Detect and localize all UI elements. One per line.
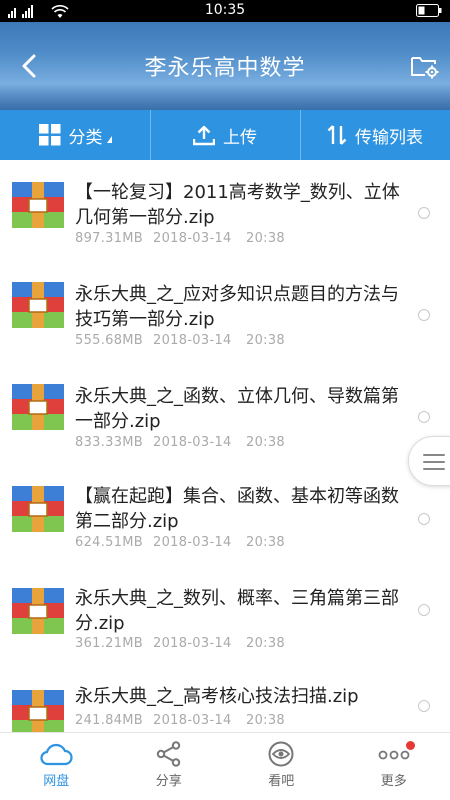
upload-label: 上传 bbox=[223, 127, 257, 148]
nav-share[interactable]: 分享 bbox=[113, 733, 226, 800]
file-item[interactable]: 永乐大典_之_应对多知识点题目的方法与技巧第一部分.zip 555.68MB 20… bbox=[0, 262, 450, 364]
grid-icon bbox=[38, 124, 60, 146]
transfer-label: 传输列表 bbox=[355, 127, 423, 148]
side-menu-handle[interactable] bbox=[408, 436, 450, 486]
action-toolbar: 分类 上传 传输列表 bbox=[0, 110, 450, 160]
file-date: 2018-03-14 bbox=[153, 231, 232, 246]
zip-archive-icon bbox=[12, 690, 64, 732]
file-time: 20:38 bbox=[246, 231, 285, 246]
zip-archive-icon bbox=[12, 486, 64, 532]
eye-icon bbox=[268, 741, 294, 767]
file-name: 永乐大典_之_函数、立体几何、导数篇第一部分.zip bbox=[75, 386, 399, 432]
select-radio[interactable] bbox=[418, 309, 430, 321]
file-meta: 361.21MB 2018-03-14 20:38 bbox=[75, 636, 285, 651]
file-date: 2018-03-14 bbox=[153, 713, 232, 728]
file-size: 361.21MB bbox=[75, 636, 144, 651]
select-radio[interactable] bbox=[418, 700, 430, 712]
status-bar: 10:35 bbox=[0, 0, 450, 22]
file-size: 555.68MB bbox=[75, 333, 144, 348]
category-label: 分类 bbox=[68, 127, 103, 148]
file-date: 2018-03-14 bbox=[153, 435, 232, 450]
upload-icon bbox=[193, 125, 215, 146]
file-date: 2018-03-14 bbox=[153, 333, 232, 348]
battery-icon bbox=[416, 4, 442, 21]
file-name: 永乐大典_之_高考核心技法扫描.zip bbox=[75, 686, 359, 707]
file-size: 624.51MB bbox=[75, 535, 144, 550]
file-name: 永乐大典_之_数列、概率、三角篇第三部分.zip bbox=[75, 588, 399, 634]
file-date: 2018-03-14 bbox=[153, 535, 232, 550]
file-size: 833.33MB bbox=[75, 435, 144, 450]
file-name: 【赢在起跑】集合、函数、基本初等函数第二部分.zip bbox=[75, 486, 399, 532]
dropdown-caret-icon bbox=[106, 135, 112, 143]
transfer-arrows-icon bbox=[327, 125, 347, 145]
notification-badge bbox=[405, 741, 415, 750]
file-item[interactable]: 永乐大典_之_函数、立体几何、导数篇第一部分.zip 833.33MB 2018-… bbox=[0, 364, 450, 466]
file-time: 20:38 bbox=[246, 535, 285, 550]
nav-watch[interactable]: 看吧 bbox=[225, 733, 338, 800]
zip-archive-icon bbox=[12, 182, 64, 228]
select-radio[interactable] bbox=[418, 411, 430, 423]
select-radio[interactable] bbox=[418, 604, 430, 616]
file-name: 永乐大典_之_应对多知识点题目的方法与技巧第一部分.zip bbox=[75, 284, 399, 330]
zip-archive-icon bbox=[12, 588, 64, 634]
file-size: 897.31MB bbox=[75, 231, 144, 246]
page-title: 李永乐高中数学 bbox=[144, 56, 306, 81]
file-meta: 624.51MB 2018-03-14 20:38 bbox=[75, 535, 285, 550]
header: 李永乐高中数学 bbox=[0, 22, 450, 110]
file-time: 20:38 bbox=[246, 435, 285, 450]
share-icon bbox=[156, 741, 180, 767]
clock: 10:35 bbox=[204, 2, 246, 18]
bottom-nav: 网盘 分享 看吧 更多 bbox=[0, 732, 450, 800]
nav-disk-label: 网盘 bbox=[43, 774, 70, 789]
transfer-list-button[interactable]: 传输列表 bbox=[300, 110, 450, 160]
file-time: 20:38 bbox=[246, 636, 285, 651]
nav-disk[interactable]: 网盘 bbox=[0, 733, 113, 800]
folder-gear-icon bbox=[411, 57, 439, 79]
file-time: 20:38 bbox=[246, 333, 285, 348]
upload-button[interactable]: 上传 bbox=[150, 110, 300, 160]
file-meta: 833.33MB 2018-03-14 20:38 bbox=[75, 435, 285, 450]
file-size: 241.84MB bbox=[75, 713, 144, 728]
hamburger-icon bbox=[423, 454, 445, 470]
select-radio[interactable] bbox=[418, 207, 430, 219]
select-radio[interactable] bbox=[418, 513, 430, 525]
cloud-icon bbox=[40, 743, 73, 766]
category-button[interactable]: 分类 bbox=[0, 110, 150, 160]
file-item[interactable]: 【赢在起跑】集合、函数、基本初等函数第二部分.zip 624.51MB 2018-… bbox=[0, 466, 450, 568]
file-list: 【一轮复习】2011高考数学_数列、立体几何第一部分.zip 897.31MB 2… bbox=[0, 160, 450, 732]
file-item[interactable]: 【一轮复习】2011高考数学_数列、立体几何第一部分.zip 897.31MB 2… bbox=[0, 160, 450, 262]
file-time: 20:38 bbox=[246, 713, 285, 728]
nav-more[interactable]: 更多 bbox=[338, 733, 450, 800]
zip-archive-icon bbox=[12, 384, 64, 430]
file-meta: 241.84MB 2018-03-14 20:38 bbox=[75, 713, 285, 728]
file-item[interactable]: 永乐大典_之_数列、概率、三角篇第三部分.zip 361.21MB 2018-03… bbox=[0, 568, 450, 670]
folder-settings-button[interactable] bbox=[408, 50, 440, 82]
file-meta: 555.68MB 2018-03-14 20:38 bbox=[75, 333, 285, 348]
nav-watch-label: 看吧 bbox=[268, 774, 295, 789]
file-name: 【一轮复习】2011高考数学_数列、立体几何第一部分.zip bbox=[75, 182, 400, 228]
zip-archive-icon bbox=[12, 282, 64, 328]
file-meta: 897.31MB 2018-03-14 20:38 bbox=[75, 231, 285, 246]
nav-more-label: 更多 bbox=[380, 774, 407, 789]
nav-share-label: 分享 bbox=[155, 774, 182, 789]
file-item[interactable]: 永乐大典_之_高考核心技法扫描.zip 241.84MB 2018-03-14 2… bbox=[0, 670, 450, 732]
file-date: 2018-03-14 bbox=[153, 636, 232, 651]
